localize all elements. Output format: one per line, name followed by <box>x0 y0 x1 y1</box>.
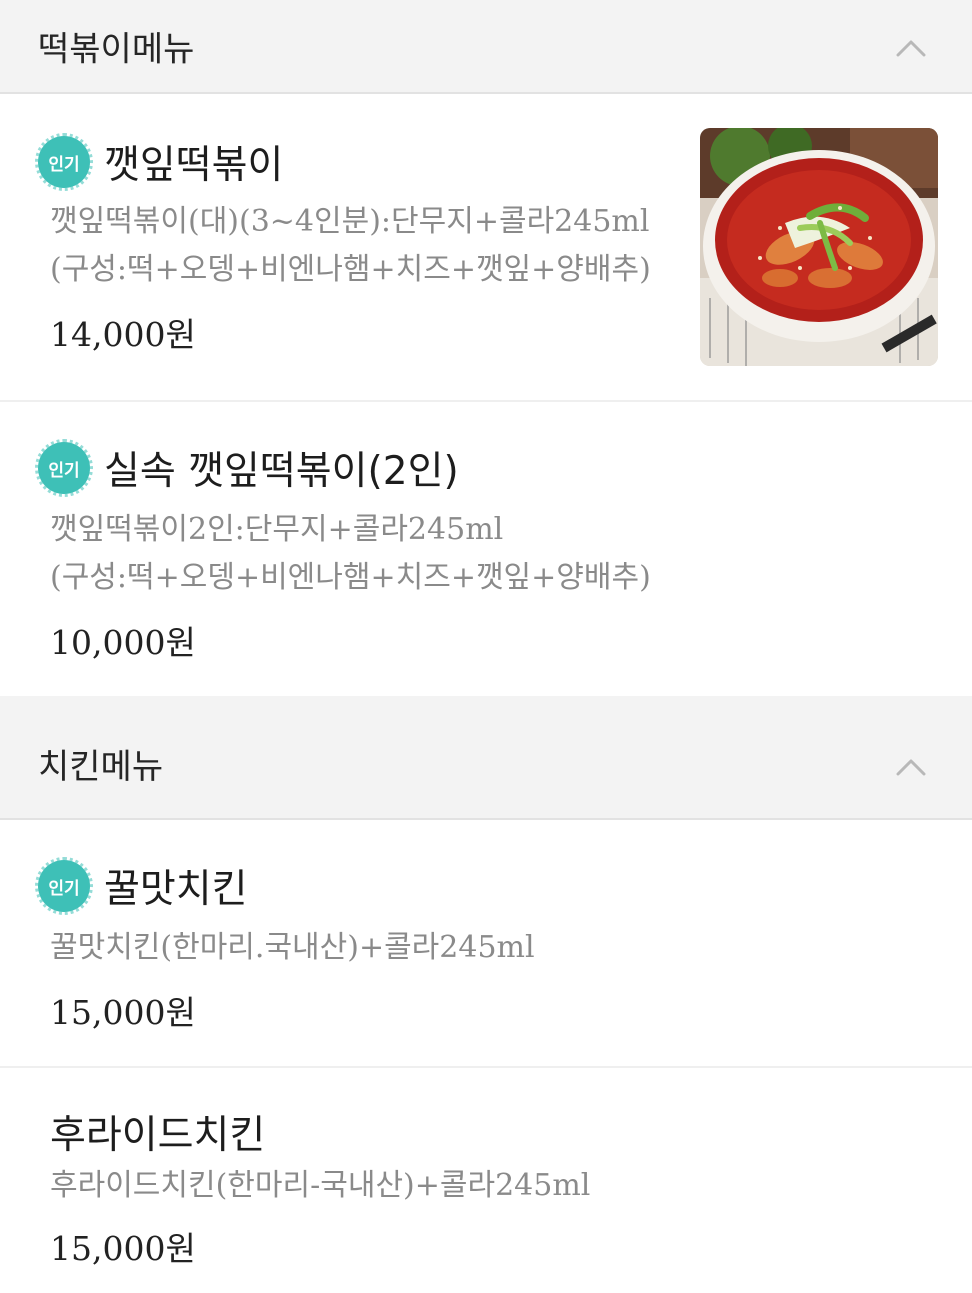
popular-badge: 인기 <box>35 857 93 915</box>
item-name: 꿀맛치킨 <box>104 867 248 912</box>
item-price: 15,000원 <box>50 1229 196 1268</box>
section-header-tteokbokki[interactable]: 떡볶이메뉴 <box>0 0 972 94</box>
chevron-up-icon[interactable] <box>896 39 926 57</box>
item-description-line: 후라이드치킨(한마리-국내산)+콜라245ml <box>50 1168 591 1203</box>
item-name-row: 인기 꿀맛치킨 <box>35 857 248 915</box>
tteokbokki-photo[interactable] <box>700 128 938 366</box>
item-price: 14,000원 <box>50 315 196 354</box>
item-description: 후라이드치킨(한마리-국내산)+콜라245ml <box>50 1162 590 1210</box>
item-description-line: 깻잎떡볶이2인:단무지+콜라245ml <box>50 512 504 547</box>
item-description-line: (구성:떡+오뎅+비엔나햄+치즈+깻잎+양배추) <box>50 560 651 595</box>
item-name-row: 인기 깻잎떡볶이 <box>35 133 284 191</box>
item-name-row: 후라이드치킨 <box>50 1104 265 1160</box>
section-header-chicken[interactable]: 치킨메뉴 <box>0 696 972 820</box>
item-price: 10,000원 <box>50 623 196 662</box>
item-name: 실속 깻잎떡볶이(2인) <box>104 449 459 494</box>
menu-item[interactable]: 인기 실속 깻잎떡볶이(2인) 깻잎떡볶이2인:단무지+콜라245ml (구성:… <box>0 402 972 696</box>
item-description: 꿀맛치킨(한마리.국내산)+콜라245ml <box>50 924 535 972</box>
menu-item[interactable]: 후라이드치킨 후라이드치킨(한마리-국내산)+콜라245ml 15,000원 <box>0 1068 972 1293</box>
item-description: 깻잎떡볶이(대)(3~4인분):단무지+콜라245ml (구성:떡+오뎅+비엔나… <box>50 198 651 294</box>
item-name: 후라이드치킨 <box>50 1113 266 1158</box>
section-title: 떡볶이메뉴 <box>38 29 195 70</box>
menu-page: 떡볶이메뉴 인기 깻잎떡볶이 깻잎떡볶이(대)(3~4인분):단무지+콜라245… <box>0 0 972 1293</box>
item-name-row: 인기 실속 깻잎떡볶이(2인) <box>35 439 459 497</box>
menu-item[interactable]: 인기 꿀맛치킨 꿀맛치킨(한마리.국내산)+콜라245ml 15,000원 <box>0 820 972 1068</box>
item-description: 깻잎떡볶이2인:단무지+콜라245ml (구성:떡+오뎅+비엔나햄+치즈+깻잎+… <box>50 506 651 602</box>
item-description-line: (구성:떡+오뎅+비엔나햄+치즈+깻잎+양배추) <box>50 252 651 287</box>
chevron-up-icon[interactable] <box>896 758 926 776</box>
tteokbokki-image <box>700 128 938 366</box>
section-title: 치킨메뉴 <box>38 747 164 787</box>
item-description-line: 꿀맛치킨(한마리.국내산)+콜라245ml <box>50 930 535 965</box>
item-description-line: 깻잎떡볶이(대)(3~4인분):단무지+콜라245ml <box>50 204 650 239</box>
menu-item[interactable]: 인기 깻잎떡볶이 깻잎떡볶이(대)(3~4인분):단무지+콜라245ml (구성… <box>0 94 972 402</box>
item-name: 깻잎떡볶이 <box>104 143 284 188</box>
popular-badge: 인기 <box>35 133 93 191</box>
popular-badge: 인기 <box>35 439 93 497</box>
item-price: 15,000원 <box>50 993 196 1032</box>
